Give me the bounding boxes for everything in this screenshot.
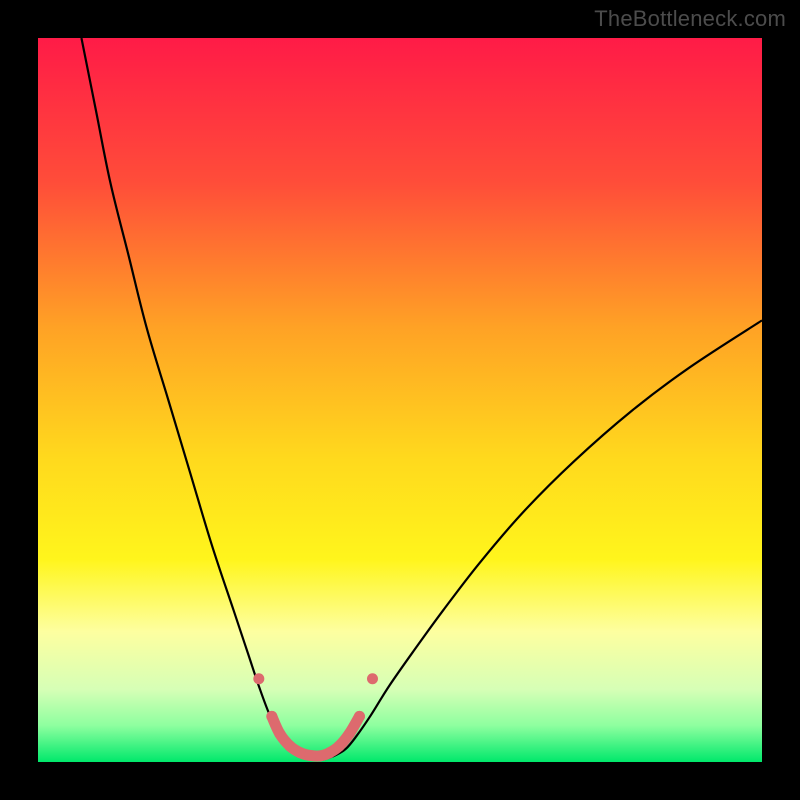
chart-frame: TheBottleneck.com	[0, 0, 800, 800]
plot-area	[38, 38, 762, 762]
chart-svg	[38, 38, 762, 762]
marker-band-dot	[334, 741, 345, 752]
marker-band-dot	[305, 750, 316, 761]
marker-band-dot	[284, 741, 295, 752]
gradient-background	[38, 38, 762, 762]
marker-band-dot	[324, 747, 335, 758]
marker-band-dot	[266, 711, 277, 722]
marker-band-dot	[274, 728, 285, 739]
marker-band-dot	[295, 747, 306, 758]
outlier-marker	[367, 673, 378, 684]
watermark-text: TheBottleneck.com	[594, 6, 786, 32]
marker-band-dot	[315, 750, 326, 761]
marker-band-dot	[344, 728, 355, 739]
outlier-marker	[253, 673, 264, 684]
marker-band-dot	[354, 711, 365, 722]
